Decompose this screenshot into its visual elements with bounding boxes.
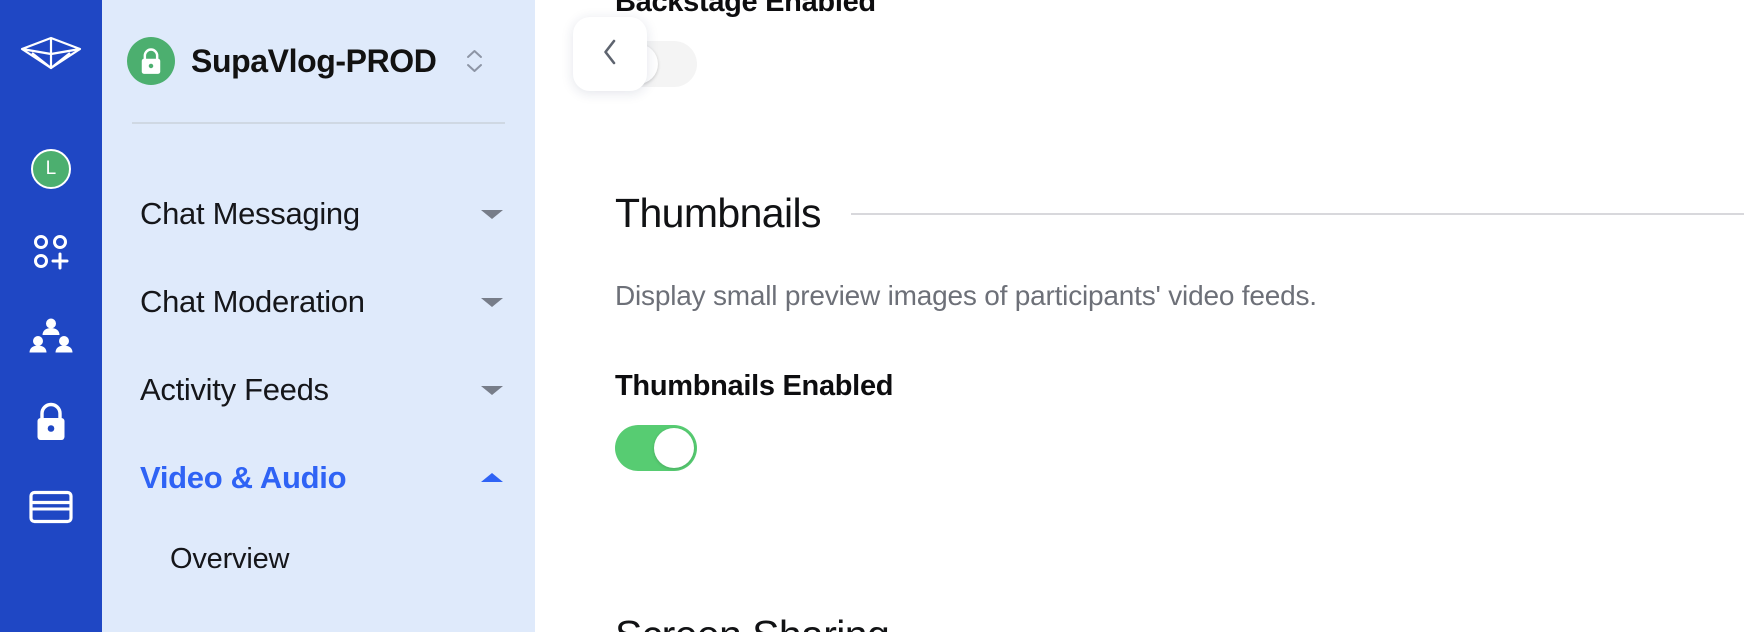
chevron-down-icon (479, 383, 505, 397)
sidebar-item-chat-messaging[interactable]: Chat Messaging (102, 170, 535, 258)
backstage-setting: Backstage Enabled (615, 0, 876, 92)
paper-boat-logo[interactable] (15, 28, 87, 78)
thumbnails-section: Thumbnails Display small preview images … (615, 190, 1744, 476)
section-description: Display small preview images of particip… (615, 280, 1317, 311)
sidebar-item-video-audio[interactable]: Video & Audio (102, 434, 535, 522)
rail-item-team[interactable] (24, 318, 78, 360)
settings-content: Backstage Enabled Thumbnails Display sma… (535, 0, 1744, 632)
sidebar-item-label: Video & Audio (140, 460, 347, 495)
rail-item-apps[interactable] (24, 233, 78, 275)
rail-item-billing[interactable] (24, 488, 78, 530)
sidebar-item-label: Chat Messaging (140, 196, 360, 231)
screen-sharing-section: Screen Sharing (615, 612, 890, 632)
project-switcher[interactable]: SupaVlog-PROD (102, 0, 535, 122)
toggle-knob (654, 428, 694, 468)
rail-item-security[interactable] (24, 401, 78, 448)
icon-rail: L (0, 0, 102, 632)
avatar-initial: L (45, 158, 57, 179)
section-title: Thumbnails (615, 190, 822, 236)
sidebar-item-chat-moderation[interactable]: Chat Moderation (102, 258, 535, 346)
sidebar-subitem-overview[interactable]: Overview (102, 522, 535, 596)
sidebar-item-label: Chat Moderation (140, 284, 365, 319)
thumbnails-section-header: Thumbnails (615, 190, 1744, 237)
thumbnails-enabled-toggle[interactable] (615, 425, 697, 471)
sidebar-item-label: Activity Feeds (140, 372, 329, 407)
chevron-up-down-icon[interactable] (462, 45, 487, 77)
project-sidebar: SupaVlog-PROD Chat Messaging Chat Modera… (102, 0, 647, 632)
thumbnails-enabled-label: Thumbnails Enabled (615, 370, 894, 402)
project-name: SupaVlog-PROD (191, 42, 437, 79)
chevron-down-icon (479, 207, 505, 221)
apps-add-icon (31, 232, 71, 277)
chevron-left-icon (602, 39, 618, 70)
rail-item-list: L (24, 148, 78, 530)
sidebar-item-activity-feeds[interactable]: Activity Feeds (102, 346, 535, 434)
sidebar-subitem-label: Overview (170, 542, 290, 575)
lock-icon (32, 401, 70, 448)
project-lock-icon (127, 37, 175, 85)
thumbnails-enabled-setting: Thumbnails Enabled (615, 370, 1744, 476)
user-avatar-badge: L (31, 149, 71, 189)
credit-card-icon (29, 490, 73, 529)
sidebar-collapse-button[interactable] (573, 17, 647, 91)
sidebar-nav: Chat Messaging Chat Moderation Activity … (102, 124, 535, 596)
rail-item-account[interactable]: L (24, 148, 78, 190)
users-group-icon (29, 317, 73, 362)
chevron-down-icon (479, 295, 505, 309)
section-rule (850, 212, 1744, 215)
section-title: Screen Sharing (615, 612, 890, 632)
chevron-up-icon (479, 471, 505, 485)
backstage-label: Backstage Enabled (615, 0, 876, 18)
app-root: L SupaVlog-PROD Chat Messaging Chat Mode… (0, 0, 1744, 632)
